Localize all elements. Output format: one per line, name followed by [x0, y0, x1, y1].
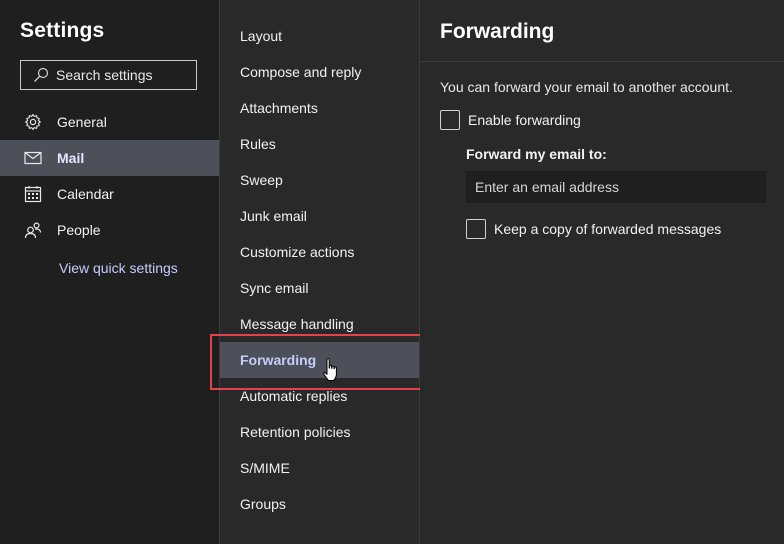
nav-item-people[interactable]: People	[0, 212, 219, 248]
menu-label: Junk email	[240, 208, 307, 224]
menu-label: Customize actions	[240, 244, 355, 260]
menu-label: Rules	[240, 136, 276, 152]
enable-forwarding-checkbox[interactable]	[440, 110, 460, 130]
menu-item-sync-email[interactable]: Sync email	[220, 270, 419, 306]
settings-sidebar: Settings Search settings General Mail Ca…	[0, 0, 220, 544]
mail-icon	[23, 148, 43, 168]
nav-label-people: People	[57, 222, 101, 238]
keep-copy-checkbox[interactable]	[466, 219, 486, 239]
search-icon	[34, 67, 49, 82]
menu-item-message-handling[interactable]: Message handling	[220, 306, 419, 342]
nav-item-calendar[interactable]: Calendar	[0, 176, 219, 212]
menu-label: Attachments	[240, 100, 318, 116]
menu-item-sweep[interactable]: Sweep	[220, 162, 419, 198]
menu-item-retention-policies[interactable]: Retention policies	[220, 414, 419, 450]
menu-item-customize-actions[interactable]: Customize actions	[220, 234, 419, 270]
menu-label: Retention policies	[240, 424, 351, 440]
menu-label: Automatic replies	[240, 388, 348, 404]
menu-label: Layout	[240, 28, 283, 44]
nav-item-general[interactable]: General	[0, 104, 219, 140]
view-quick-settings-link[interactable]: View quick settings	[59, 260, 178, 276]
menu-item-attachments[interactable]: Attachments	[220, 90, 419, 126]
menu-label: Sync email	[240, 280, 309, 296]
menu-label: Forwarding	[240, 352, 317, 368]
menu-item-compose-and-reply[interactable]: Compose and reply	[220, 54, 419, 90]
page-title: Forwarding	[440, 20, 555, 43]
people-icon	[23, 220, 43, 240]
menu-item-junk-email[interactable]: Junk email	[220, 198, 419, 234]
menu-item-rules[interactable]: Rules	[220, 126, 419, 162]
gear-icon	[23, 112, 43, 132]
menu-label: Sweep	[240, 172, 283, 188]
keep-copy-label[interactable]: Keep a copy of forwarded messages	[494, 221, 721, 237]
search-settings-input[interactable]: Search settings	[20, 60, 197, 90]
search-placeholder: Search settings	[56, 67, 153, 83]
menu-label: Groups	[240, 496, 286, 512]
menu-item-smime[interactable]: S/MIME	[220, 450, 419, 486]
settings-title: Settings	[20, 19, 105, 42]
menu-label: Compose and reply	[240, 64, 362, 80]
menu-label: Message handling	[240, 316, 354, 332]
forwarding-description: You can forward your email to another ac…	[440, 79, 733, 95]
enable-forwarding-label[interactable]: Enable forwarding	[468, 112, 581, 128]
forward-to-label: Forward my email to:	[466, 146, 607, 162]
menu-label: S/MIME	[240, 460, 290, 476]
menu-item-automatic-replies[interactable]: Automatic replies	[220, 378, 419, 414]
menu-item-groups[interactable]: Groups	[220, 486, 419, 522]
nav-label-calendar: Calendar	[57, 186, 114, 202]
nav-label-general: General	[57, 114, 107, 130]
nav-item-mail[interactable]: Mail	[0, 140, 219, 176]
nav-label-mail: Mail	[57, 150, 85, 166]
menu-item-layout[interactable]: Layout	[220, 18, 419, 54]
calendar-icon	[23, 184, 43, 204]
title-divider	[420, 61, 784, 62]
hand-cursor-icon	[323, 358, 337, 381]
menu-item-forwarding[interactable]: Forwarding	[220, 342, 419, 378]
email-address-input[interactable]	[466, 171, 766, 203]
